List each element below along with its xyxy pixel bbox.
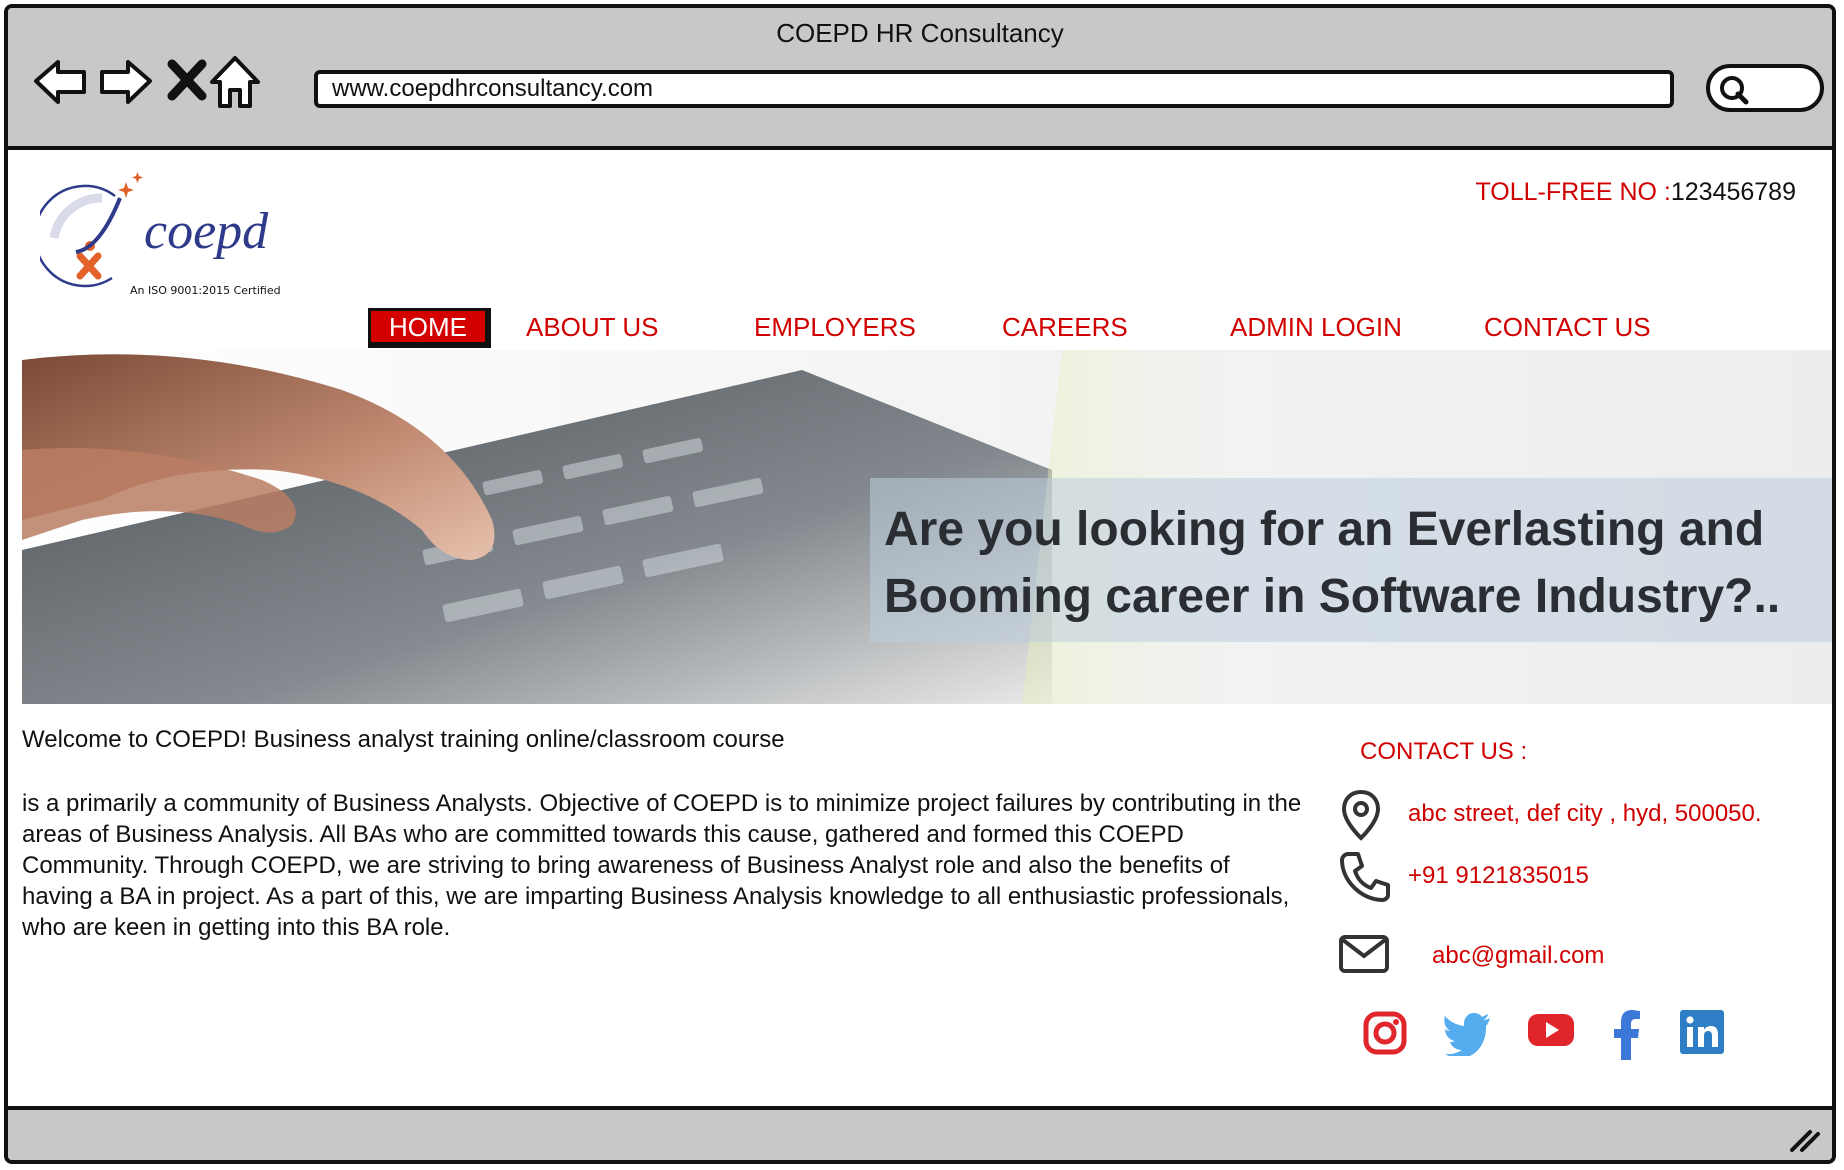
welcome-heading: Welcome to COEPD! Business analyst train… [22,726,785,753]
back-arrow-icon[interactable] [30,50,92,112]
window-title: COEPD HR Consultancy [776,18,1064,48]
linkedin-icon[interactable] [1680,1010,1724,1054]
home-icon[interactable] [204,50,266,112]
facebook-icon[interactable] [1612,1010,1642,1060]
hero-banner: Are you looking for an Everlasting and B… [22,350,1832,704]
tollfree-number: TOLL-FREE NO :123456789 [1475,178,1796,207]
search-icon [1720,76,1749,105]
hero-caption-line-1: Are you looking for an Everlasting and [884,503,1765,556]
resize-handle-icon[interactable] [1788,1124,1822,1154]
hero-caption-line-2: Booming career in Software Industry?.. [884,570,1781,623]
tollfree-label: TOLL-FREE NO : [1475,178,1671,206]
tollfree-value: 123456789 [1670,178,1796,206]
forward-arrow-icon[interactable] [94,50,156,112]
menu-item-contact-us[interactable]: CONTACT US [1484,308,1651,346]
menu-item-employers[interactable]: EMPLOYERS [754,308,916,346]
phone-icon [1340,852,1390,902]
menu-item-about-us[interactable]: ABOUT US [526,308,658,346]
contact-heading: CONTACT US : [1360,738,1528,765]
menu-item-careers[interactable]: CAREERS [1002,308,1128,346]
browser-status-bar [8,1106,1832,1160]
location-pin-icon [1341,789,1381,841]
logo-wordmark: coepd [144,203,269,260]
menu-item-home[interactable]: HOME [368,308,491,348]
menu-item-admin-login[interactable]: ADMIN LOGIN [1230,308,1402,346]
contact-email[interactable]: abc@gmail.com [1432,942,1604,970]
browser-window: COEPD HR Consultancy www.coepdhrconsulta… [4,4,1836,1164]
browser-search-input[interactable] [1706,64,1824,112]
instagram-icon[interactable] [1362,1010,1408,1056]
youtube-icon[interactable] [1526,1010,1576,1050]
contact-address: abc street, def city , hyd, 500050. [1408,800,1762,827]
email-icon [1339,935,1389,973]
logo-tagline: An ISO 9001:2015 Certified [130,284,281,297]
twitter-icon[interactable] [1442,1010,1492,1056]
coepd-logo[interactable]: coepd An ISO 9001:2015 Certified [33,168,290,303]
hero-caption-box: Are you looking for an Everlasting and B… [870,478,1832,642]
hero-caption: Are you looking for an Everlasting and B… [884,496,1832,630]
browser-toolbar: COEPD HR Consultancy www.coepdhrconsulta… [8,8,1832,150]
about-paragraph: is a primarily a community of Business A… [22,790,1302,941]
url-bar[interactable]: www.coepdhrconsultancy.com [314,70,1674,108]
contact-phone[interactable]: +91 9121835015 [1408,862,1589,890]
main-menu: HOME ABOUT US EMPLOYERS CAREERS ADMIN LO… [8,308,1832,348]
